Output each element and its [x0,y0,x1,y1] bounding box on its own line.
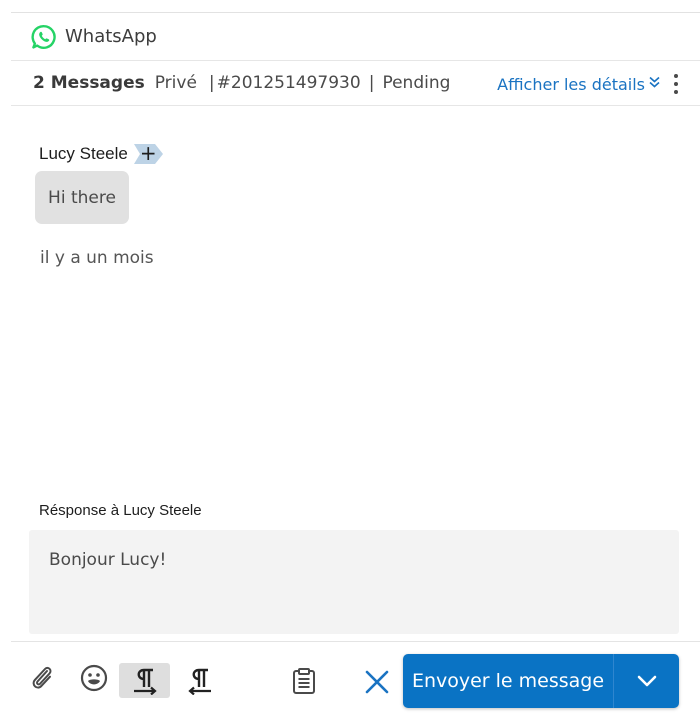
show-details-link[interactable]: Afficher les détails [497,75,645,94]
reply-label: Résponse à Lucy Steele [39,502,202,519]
conversation-info-bar: 2 Messages Privé | #201251497930 | Pendi… [11,60,700,106]
emoji-icon[interactable] [78,662,110,694]
send-message-button[interactable]: Envoyer le message [403,654,679,708]
visibility-label: Privé [154,73,197,93]
paragraph-ltr-icon[interactable] [119,663,170,698]
channel-name: WhatsApp [65,26,157,47]
reply-input[interactable]: Bonjour Lucy! [29,530,679,634]
add-contact-button[interactable]: + [133,141,165,165]
message-timestamp: il y a un mois [40,248,154,268]
double-chevron-down-icon[interactable] [649,76,660,92]
chevron-down-icon[interactable] [614,654,679,708]
paperclip-icon[interactable] [27,662,57,694]
plus-icon: + [139,141,157,165]
message-bubble: Hi there [35,171,129,224]
message-sender: Lucy Steele + [39,141,165,165]
clipboard-icon[interactable] [288,665,320,697]
paragraph-rtl-icon[interactable] [184,663,216,698]
ticket-id: #201251497930 [216,73,361,93]
reply-draft-text: Bonjour Lucy! [49,550,167,570]
more-options-icon[interactable] [674,74,678,94]
separator: | [368,73,375,93]
sender-name: Lucy Steele [39,144,128,163]
status-label: Pending [382,73,451,93]
toolbar-divider [11,641,700,642]
separator: | [208,73,215,93]
message-count: 2 Messages [33,73,145,93]
send-button-label[interactable]: Envoyer le message [403,670,613,692]
channel-header: WhatsApp [11,13,700,60]
close-icon[interactable] [362,667,392,697]
whatsapp-icon [31,24,57,50]
message-text: Hi there [48,187,116,208]
